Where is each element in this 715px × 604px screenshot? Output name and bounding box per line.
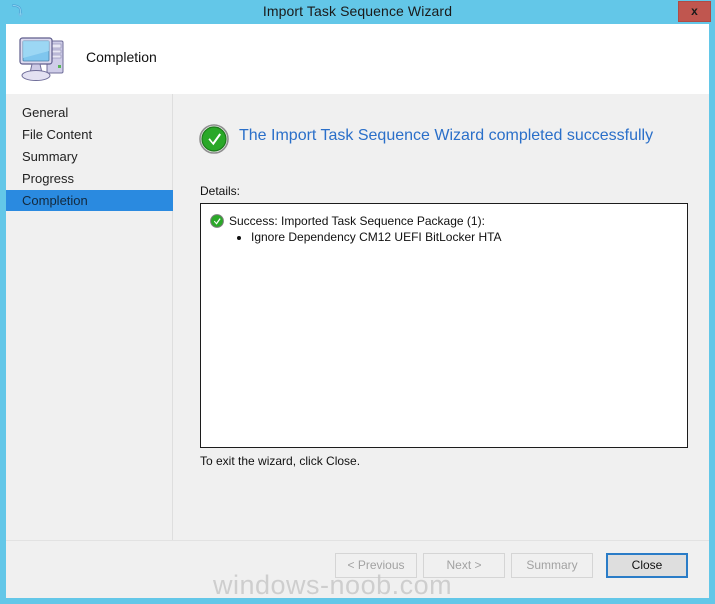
sidebar-item-progress[interactable]: Progress xyxy=(6,168,173,189)
sidebar-item-general[interactable]: General xyxy=(6,102,173,123)
completion-result: The Import Task Sequence Wizard complete… xyxy=(199,124,689,156)
previous-button[interactable]: < Previous xyxy=(335,553,417,578)
details-item-list: Ignore Dependency CM12 UEFI BitLocker HT… xyxy=(235,230,502,245)
list-item: Ignore Dependency CM12 UEFI BitLocker HT… xyxy=(251,230,502,245)
wizard-page-title: Completion xyxy=(86,49,157,65)
details-output-box[interactable]: Success: Imported Task Sequence Package … xyxy=(200,203,688,448)
sidebar-item-completion[interactable]: Completion xyxy=(6,190,173,211)
wizard-steps-nav: General File Content Summary Progress Co… xyxy=(6,94,173,598)
exit-instruction-text: To exit the wizard, click Close. xyxy=(200,454,361,468)
success-check-icon xyxy=(210,214,224,228)
close-button[interactable]: Close xyxy=(606,553,688,578)
next-button[interactable]: Next > xyxy=(423,553,505,578)
computer-icon xyxy=(16,32,72,86)
wizard-window: Import Task Sequence Wizard x Completion xyxy=(0,0,715,604)
success-check-icon xyxy=(199,124,229,154)
details-status-text: Success: Imported Task Sequence Package … xyxy=(229,214,485,228)
wizard-body: General File Content Summary Progress Co… xyxy=(6,94,709,598)
sidebar-item-summary[interactable]: Summary xyxy=(6,146,173,167)
completion-result-text: The Import Task Sequence Wizard complete… xyxy=(239,127,654,144)
sidebar-item-file-content[interactable]: File Content xyxy=(6,124,173,145)
title-bar: Import Task Sequence Wizard x xyxy=(0,0,715,24)
wizard-footer: < Previous Next > Summary Close xyxy=(6,540,709,598)
wizard-header: Completion xyxy=(6,24,709,94)
window-title: Import Task Sequence Wizard xyxy=(262,3,453,19)
summary-button[interactable]: Summary xyxy=(511,553,593,578)
close-window-button[interactable]: x xyxy=(678,1,711,22)
details-label: Details: xyxy=(200,184,241,198)
wizard-content: The Import Task Sequence Wizard complete… xyxy=(173,94,709,598)
